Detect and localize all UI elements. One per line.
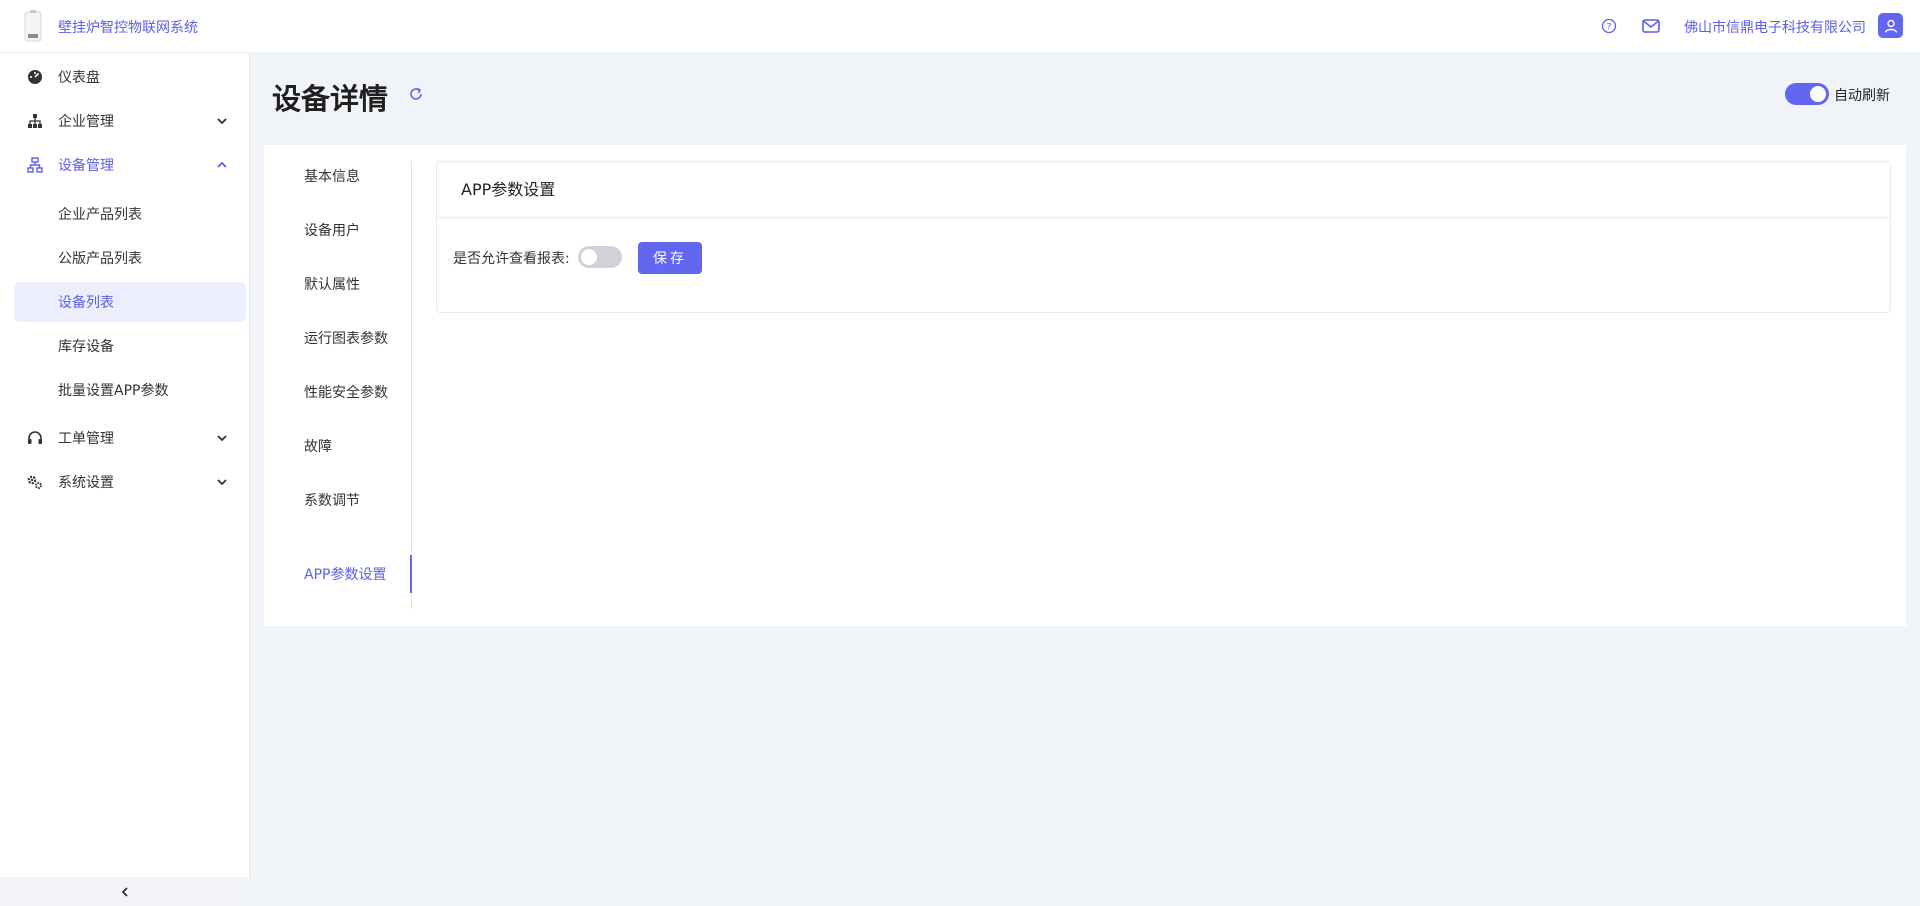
dashboard-icon: [28, 70, 42, 84]
tab-chart-params[interactable]: 运行图表参数: [304, 323, 388, 353]
app-params-panel: APP参数设置 是否允许查看报表: 保存: [436, 161, 1891, 313]
chevron-down-icon: [217, 435, 227, 442]
sidebar-collapse-button[interactable]: [0, 877, 250, 906]
headset-icon: [28, 431, 42, 444]
boiler-logo-icon: [24, 10, 42, 42]
tab-app-params[interactable]: APP参数设置: [304, 559, 386, 589]
sidebar-item-label: 企业管理: [58, 114, 114, 130]
tab-basic-info[interactable]: 基本信息: [304, 161, 360, 191]
sidebar-subitem-public-products[interactable]: 公版产品列表: [14, 238, 246, 278]
device-detail-card: 基本信息 设备用户 默认属性 运行图表参数 性能安全参数 故障 系数调节 APP…: [264, 145, 1906, 626]
tab-default-attributes[interactable]: 默认属性: [304, 269, 360, 299]
sidebar-subitem-stock-devices[interactable]: 库存设备: [14, 326, 246, 366]
active-tab-indicator: [410, 555, 412, 593]
tab-device-users[interactable]: 设备用户: [304, 215, 360, 245]
mail-icon[interactable]: [1641, 17, 1661, 35]
save-button[interactable]: 保存: [638, 242, 702, 274]
sidebar-item-label: 系统设置: [58, 475, 114, 491]
app-title: 壁挂炉智控物联网系统: [58, 20, 198, 36]
sidebar-subitem-device-list[interactable]: 设备列表: [14, 282, 246, 322]
sidebar-item-work-orders[interactable]: 工单管理: [14, 418, 246, 458]
tab-safety-params[interactable]: 性能安全参数: [304, 377, 388, 407]
panel-title: APP参数设置: [437, 162, 1890, 218]
sidebar-item-label: 企业产品列表: [58, 207, 142, 223]
chevron-left-icon: [121, 886, 128, 897]
chevron-up-icon: [217, 161, 227, 168]
auto-refresh-toggle[interactable]: [1785, 83, 1829, 105]
sidebar-item-label: 设备管理: [58, 158, 114, 174]
toggle-knob: [1810, 86, 1826, 102]
sidebar-item-system-settings[interactable]: 系统设置: [14, 462, 246, 502]
top-header: 壁挂炉智控物联网系统 ? 佛山市信鼎电子科技有限公司: [0, 0, 1920, 53]
sidebar-item-label: 仪表盘: [58, 70, 100, 86]
chevron-down-icon: [217, 118, 227, 125]
user-menu-button[interactable]: [1878, 13, 1903, 38]
page-title: 设备详情: [272, 82, 389, 116]
detail-tabs: 基本信息 设备用户 默认属性 运行图表参数 性能安全参数 故障 系数调节 APP…: [264, 161, 412, 609]
user-icon: [1884, 19, 1897, 33]
sidebar-item-dashboard[interactable]: 仪表盘: [14, 57, 246, 97]
sidebar-item-label: 公版产品列表: [58, 251, 142, 267]
tab-faults[interactable]: 故障: [304, 431, 332, 461]
help-icon[interactable]: ?: [1600, 17, 1618, 35]
sidebar-item-label: 库存设备: [58, 339, 114, 355]
org-chart-icon: [28, 114, 42, 128]
sidebar-subitem-enterprise-products[interactable]: 企业产品列表: [14, 194, 246, 234]
gears-icon: [27, 475, 42, 489]
network-icon: [27, 157, 43, 173]
sidebar-item-label: 批量设置APP参数: [58, 383, 169, 399]
sidebar: 仪表盘 企业管理 设备管理 企业产品列表 公版产品列表 设备列表 库存设备 批量…: [0, 53, 250, 906]
svg-text:?: ?: [1607, 23, 1612, 33]
refresh-icon[interactable]: [408, 86, 424, 102]
sidebar-subitem-batch-app-params[interactable]: 批量设置APP参数: [14, 370, 246, 410]
sidebar-item-label: 设备列表: [58, 295, 114, 311]
tab-coefficient[interactable]: 系数调节: [304, 485, 360, 515]
sidebar-item-enterprise[interactable]: 企业管理: [14, 101, 246, 141]
sidebar-item-label: 工单管理: [58, 431, 114, 447]
company-name-link[interactable]: 佛山市信鼎电子科技有限公司: [1684, 17, 1866, 37]
toggle-knob: [581, 249, 597, 265]
allow-report-toggle[interactable]: [578, 246, 622, 268]
sidebar-item-device-management[interactable]: 设备管理: [14, 145, 246, 185]
chevron-down-icon: [217, 479, 227, 486]
allow-report-label: 是否允许查看报表:: [453, 251, 570, 267]
auto-refresh-label: 自动刷新: [1834, 88, 1890, 104]
